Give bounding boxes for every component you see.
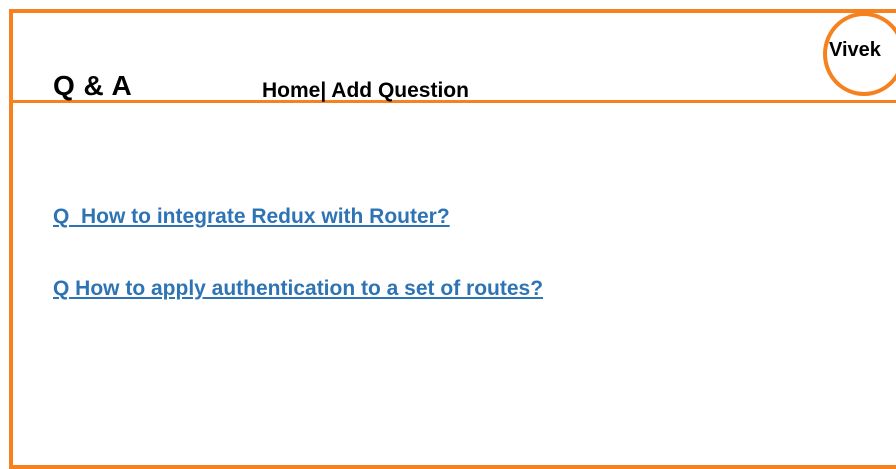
nav-add-question-link[interactable]: Add Question [326, 79, 469, 102]
user-name[interactable]: Vivek [829, 40, 881, 60]
question-link[interactable]: Q How to apply authentication to a set o… [53, 278, 543, 299]
question-link[interactable]: Q How to integrate Redux with Router? [53, 206, 543, 227]
app-title: Q & A [53, 70, 133, 101]
question-list: Q How to integrate Redux with Router? Q … [53, 206, 543, 350]
nav-home-link[interactable]: Home [262, 79, 320, 102]
nav-bar: Home| Add Question [262, 80, 469, 101]
